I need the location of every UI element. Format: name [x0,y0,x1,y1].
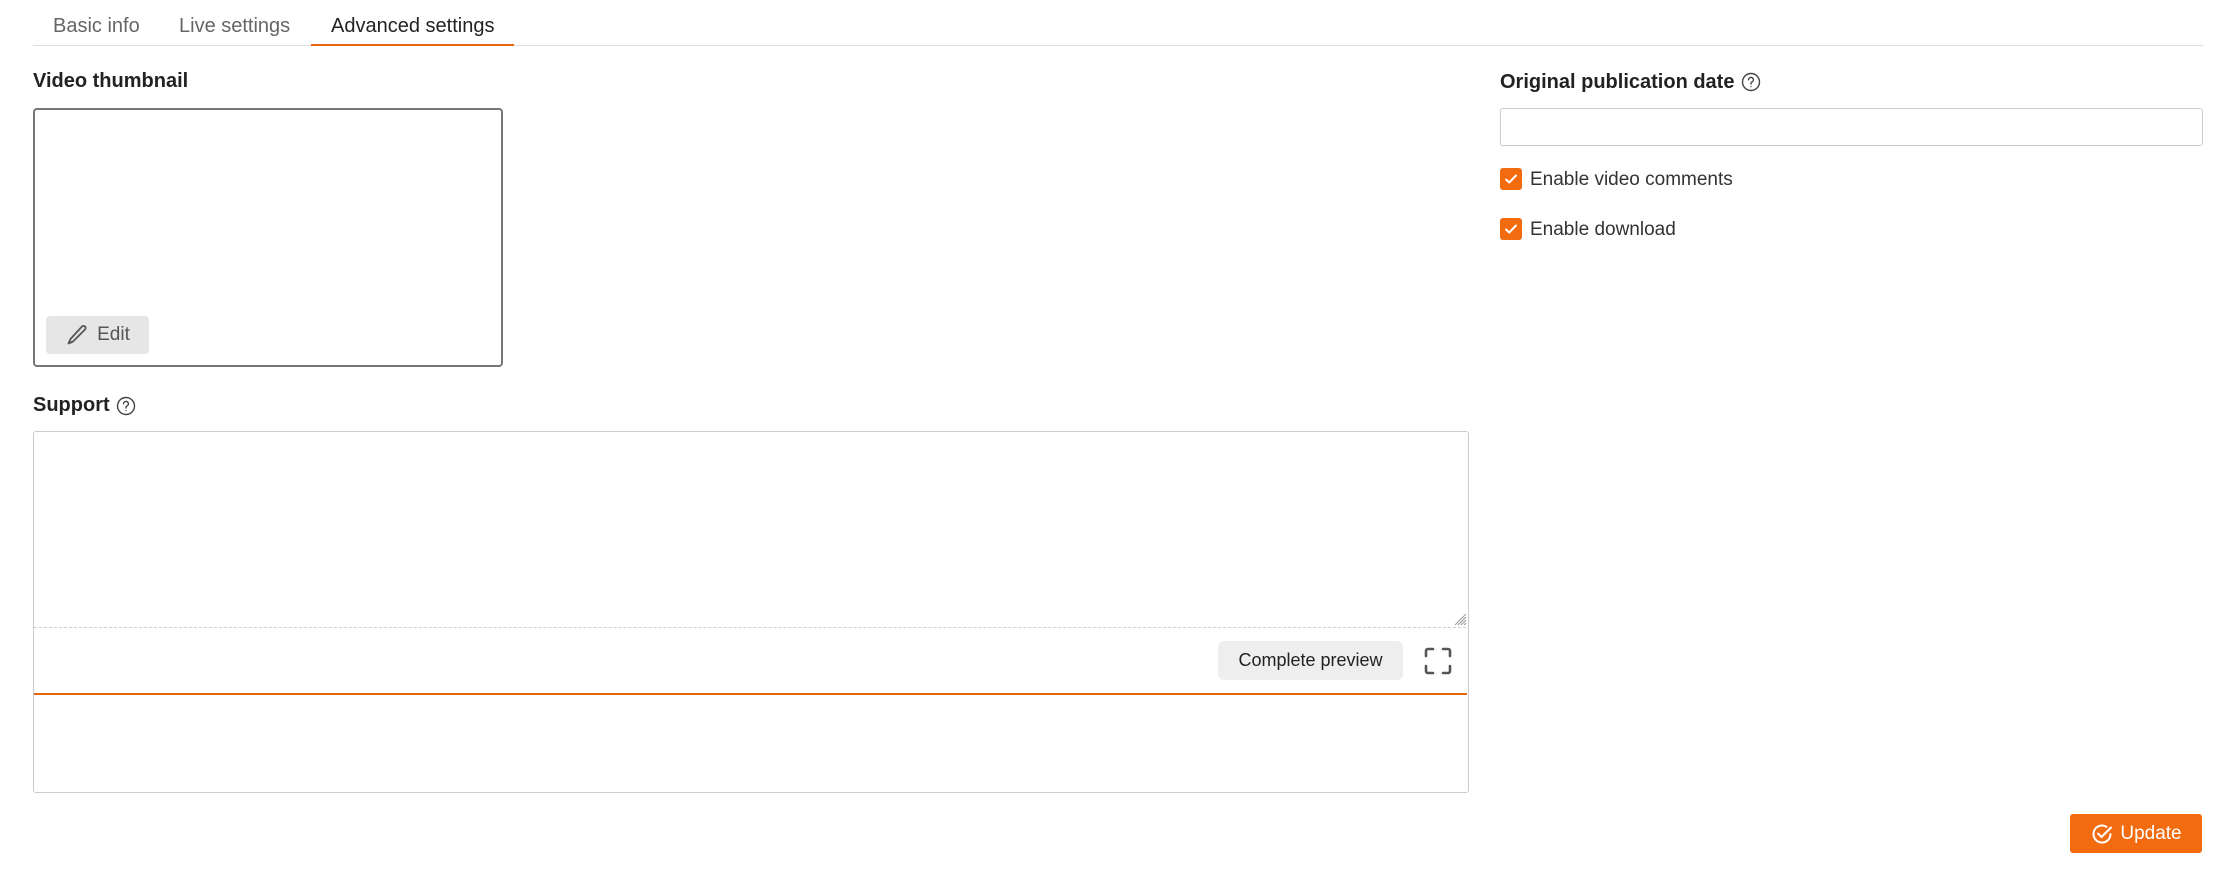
complete-preview-button[interactable]: Complete preview [1218,641,1403,680]
tab-advanced-settings[interactable]: Advanced settings [331,12,494,44]
editor-separator [34,627,1466,628]
update-button[interactable]: Update [2070,814,2202,853]
enable-video-comments-checkbox[interactable] [1500,168,1522,190]
edit-thumbnail-label: Edit [97,324,130,345]
support-textarea[interactable] [34,432,1466,626]
support-help-icon[interactable] [116,396,136,416]
fullscreen-icon[interactable] [1423,646,1453,676]
publication-date-input[interactable] [1500,108,2203,146]
video-thumbnail-label: Video thumbnail [33,70,189,92]
checkmark-icon [1503,171,1519,187]
pencil-icon [65,323,89,347]
check-circle-icon [2090,822,2114,846]
update-label: Update [2120,822,2182,844]
enable-video-comments-label[interactable]: Enable video comments [1530,169,1733,191]
publication-date-label: Original publication date [1500,71,1735,93]
enable-download-checkbox[interactable] [1500,218,1522,240]
resize-handle-icon[interactable] [1454,613,1467,626]
support-preview-area [34,695,1466,790]
tab-basic-info[interactable]: Basic info [53,12,140,44]
active-tab-indicator [311,44,514,46]
edit-thumbnail-button[interactable]: Edit [46,316,149,354]
publication-date-help-icon[interactable] [1741,72,1761,92]
tab-live-settings[interactable]: Live settings [179,12,290,44]
enable-download-label[interactable]: Enable download [1530,219,1676,241]
support-label: Support [33,394,110,416]
checkmark-icon [1503,221,1519,237]
